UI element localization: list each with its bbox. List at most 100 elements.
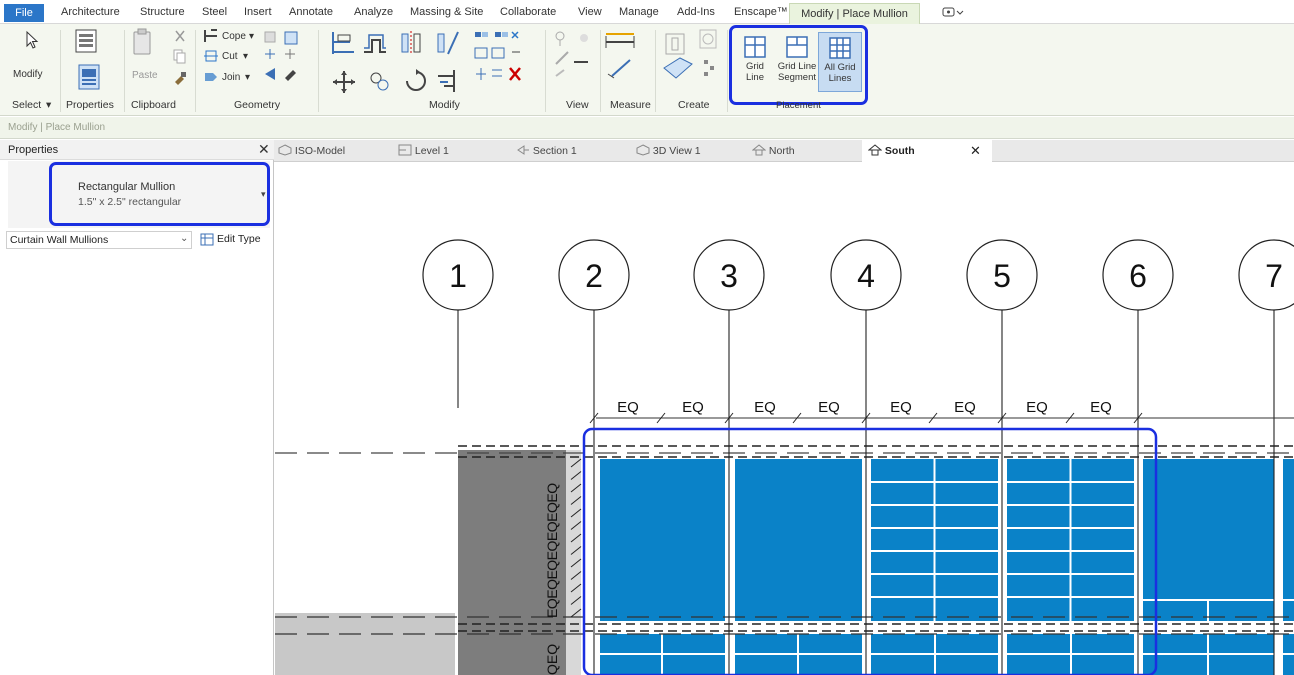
tab-3d-view-1[interactable]: 3D View 1: [636, 140, 701, 162]
copy-icon[interactable]: [172, 48, 188, 67]
join-icon[interactable]: [203, 69, 219, 88]
match-properties-icon[interactable]: [172, 70, 188, 89]
quick-access-dropdown-icon[interactable]: [942, 6, 964, 21]
floor-plan-icon: [398, 144, 412, 156]
modify-cursor-icon[interactable]: [24, 30, 40, 53]
move-icon[interactable]: [332, 70, 356, 97]
panel-divider: [545, 30, 546, 112]
placement-highlight: [729, 25, 868, 105]
grid-label: 1: [449, 258, 467, 294]
tab-iso-model[interactable]: ISO-Model: [278, 140, 345, 162]
cope-button[interactable]: Cope: [222, 31, 246, 42]
join-button[interactable]: Join: [222, 72, 240, 83]
ribbon: Modify Paste Cope ▾ Cut ▾ Join ▾ Grid Li…: [0, 24, 1294, 116]
trim-extend-icon[interactable]: [436, 68, 462, 97]
drawing-canvas[interactable]: 1234567 EQ EQ EQ EQ EQ EQ EQ EQ EQEQEQEQEQEQEQ …: [275, 163, 1294, 675]
align-icon[interactable]: [330, 30, 356, 59]
tab-3d-view-1-label: 3D View 1: [652, 145, 701, 157]
panel-geometry: Geometry: [234, 99, 281, 111]
curtain-panel[interactable]: [1283, 459, 1294, 621]
tab-south-label: South: [884, 145, 915, 157]
cut-geometry-button[interactable]: Cut: [222, 51, 238, 62]
properties-palette: Properties ✕ Rectangular Mullion 1.5" x …: [0, 140, 274, 675]
ribbon-tab-bar: File Architecture Structure Steel Insert…: [0, 0, 1294, 24]
tab-manage[interactable]: Manage: [619, 5, 659, 20]
panel-divider: [655, 30, 656, 112]
properties-icon[interactable]: [78, 64, 100, 93]
tab-analyze[interactable]: Analyze: [354, 5, 393, 20]
tab-annotate[interactable]: Annotate: [289, 5, 333, 20]
category-filter-value: Curtain Wall Mullions: [10, 234, 109, 246]
panel-divider: [124, 30, 125, 112]
paste-label[interactable]: Paste: [132, 70, 158, 81]
edit-type-button[interactable]: Edit Type: [198, 231, 268, 249]
eq-label: EQ: [617, 399, 639, 416]
measure-icon[interactable]: [604, 30, 644, 83]
offset-icon[interactable]: [362, 30, 388, 59]
join-dropdown-icon[interactable]: ▾: [245, 72, 250, 83]
vertical-eq-dimension: EQEQEQEQEQEQEQ: [544, 483, 560, 618]
mirror-axis-icon[interactable]: [400, 30, 422, 59]
array-icon[interactable]: [474, 30, 524, 89]
edit-type-label: Edit Type: [217, 233, 261, 245]
3d-view-icon: [278, 144, 292, 156]
panel-measure: Measure: [610, 99, 651, 111]
view-tab-bar: ISO-Model Level 1 Section 1 3D View 1 No…: [274, 140, 1294, 163]
tab-view[interactable]: View: [578, 5, 602, 20]
panel-divider: [727, 30, 728, 112]
file-tab[interactable]: File: [4, 4, 44, 22]
cope-dropdown-icon[interactable]: ▾: [249, 31, 254, 42]
tab-level-1-label: Level 1: [414, 145, 449, 157]
close-properties-icon[interactable]: ✕: [258, 141, 270, 158]
panel-clipboard: Clipboard: [131, 99, 176, 111]
curtain-panel[interactable]: [600, 459, 725, 621]
tab-south[interactable]: South ✕: [862, 140, 992, 163]
tab-architecture[interactable]: Architecture: [61, 5, 120, 20]
grid-label: 3: [720, 258, 738, 294]
curtain-panels: [600, 459, 1294, 675]
cope-icon[interactable]: [203, 28, 219, 47]
rotate-icon[interactable]: [404, 68, 428, 97]
wall-joins-icon[interactable]: [263, 30, 303, 93]
tab-massing-site[interactable]: Massing & Site: [410, 5, 483, 20]
close-tab-icon[interactable]: ✕: [970, 140, 981, 162]
hide-element-icon[interactable]: [554, 30, 594, 83]
mirror-draw-icon[interactable]: [436, 30, 460, 59]
tab-collaborate[interactable]: Collaborate: [500, 5, 556, 20]
tab-add-ins[interactable]: Add-Ins: [677, 5, 715, 20]
eq-label: EQ: [954, 399, 976, 416]
copy-element-icon[interactable]: [368, 70, 392, 97]
eq-label: EQ: [1090, 399, 1112, 416]
grid-label: 7: [1265, 258, 1283, 294]
tab-insert[interactable]: Insert: [244, 5, 272, 20]
properties-header: Properties ✕: [0, 140, 274, 160]
options-bar: Modify | Place Mullion: [0, 117, 1294, 139]
panel-create: Create: [678, 99, 710, 111]
eq-label: EQ: [818, 399, 840, 416]
tab-section-1[interactable]: Section 1: [516, 140, 577, 162]
tab-modify-place-mullion[interactable]: Modify | Place Mullion: [789, 3, 920, 24]
mullion-strip: [566, 450, 581, 675]
type-selector-highlight: [49, 162, 270, 226]
tab-structure[interactable]: Structure: [140, 5, 185, 20]
curtain-panel[interactable]: [1143, 459, 1274, 621]
grid-label: 2: [585, 258, 603, 294]
tab-iso-model-label: ISO-Model: [294, 145, 346, 157]
tab-enscape[interactable]: Enscape™: [734, 5, 788, 20]
panel-select-dropdown-icon[interactable]: ▾: [46, 99, 51, 111]
cut-geometry-icon[interactable]: [203, 48, 219, 67]
create-assembly-icon[interactable]: [660, 28, 730, 87]
curtain-panel[interactable]: [735, 459, 862, 621]
grid-label: 6: [1129, 258, 1147, 294]
tab-level-1[interactable]: Level 1: [398, 140, 449, 162]
type-properties-icon[interactable]: [74, 28, 100, 59]
cut-icon[interactable]: [172, 28, 188, 47]
panel-select[interactable]: Select: [12, 99, 41, 111]
modify-button[interactable]: Modify: [13, 69, 42, 80]
tab-north[interactable]: North: [751, 140, 795, 162]
paste-icon[interactable]: [132, 28, 154, 61]
cut-dropdown-icon[interactable]: ▾: [243, 51, 248, 62]
category-filter-dropdown[interactable]: Curtain Wall Mullions ⌄: [6, 231, 192, 249]
tab-steel[interactable]: Steel: [202, 5, 227, 20]
eq-label: EQ: [682, 399, 704, 416]
